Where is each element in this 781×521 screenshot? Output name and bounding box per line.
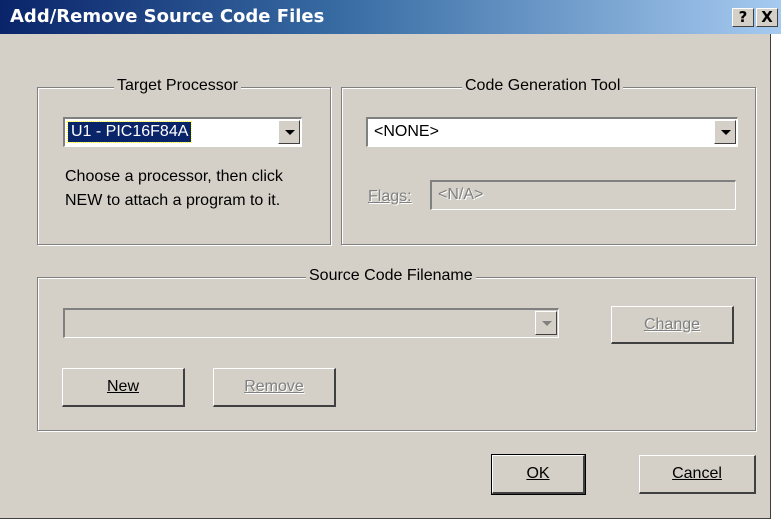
flags-field: <N/A>	[430, 180, 736, 210]
source-code-group: Source Code Filename Change New Remove	[37, 267, 756, 431]
window-title: Add/Remove Source Code Files	[10, 6, 325, 27]
title-bar[interactable]: Add/Remove Source Code Files ? X	[0, 0, 781, 34]
code-tool-dropdown-button[interactable]	[714, 120, 736, 144]
source-filename-select	[63, 308, 559, 338]
code-generation-group: Code Generation Tool <NONE> Flags: <N/A>	[341, 77, 756, 245]
close-button[interactable]: X	[756, 8, 778, 27]
code-tool-selected-value: <NONE>	[374, 123, 439, 140]
processor-hint-line1: Choose a processor, then click	[65, 168, 283, 185]
chevron-down-icon	[285, 130, 295, 135]
help-button[interactable]: ?	[732, 8, 754, 27]
target-processor-group: Target Processor U1 - PIC16F84A Choose a…	[37, 77, 331, 245]
processor-hint-line2: NEW to attach a program to it.	[65, 192, 281, 209]
chevron-down-icon	[542, 321, 552, 326]
processor-dropdown-button[interactable]	[278, 120, 300, 144]
cancel-button[interactable]: Cancel	[639, 455, 756, 494]
flags-value: <N/A>	[438, 186, 484, 203]
code-tool-select[interactable]: <NONE>	[366, 117, 738, 147]
source-filename-dropdown-button	[535, 311, 557, 335]
remove-button: Remove	[213, 368, 336, 407]
processor-selected-value: U1 - PIC16F84A	[66, 121, 193, 143]
new-button[interactable]: New	[62, 368, 185, 407]
dialog-window: Add/Remove Source Code Files ? X Target …	[0, 0, 781, 519]
chevron-down-icon	[721, 130, 731, 135]
flags-label: Flags:	[368, 188, 412, 205]
source-code-label: Source Code Filename	[306, 267, 476, 285]
source-filename-value	[68, 313, 74, 315]
processor-select[interactable]: U1 - PIC16F84A	[63, 117, 302, 147]
code-generation-label: Code Generation Tool	[462, 77, 624, 95]
change-button: Change	[611, 306, 734, 344]
target-processor-label: Target Processor	[114, 77, 241, 95]
ok-button[interactable]: OK	[491, 454, 586, 495]
